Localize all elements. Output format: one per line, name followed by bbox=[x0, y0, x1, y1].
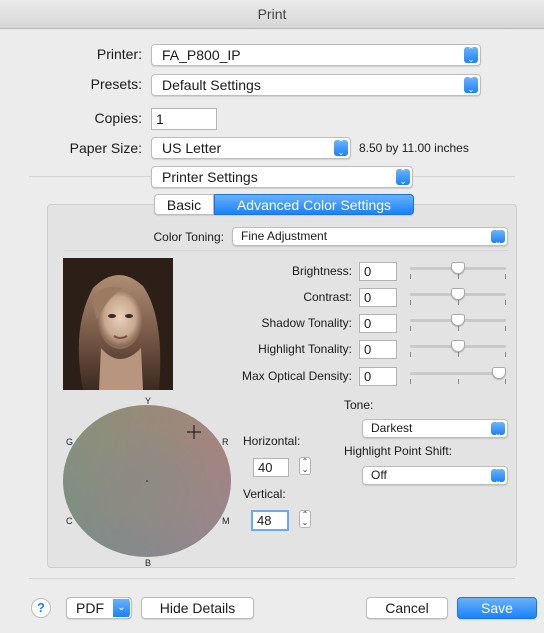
adjust-value-field[interactable]: 0 bbox=[359, 340, 397, 359]
highlight-shift-popup[interactable]: Off ⌃ ⌄ bbox=[362, 466, 508, 485]
adjust-value-field[interactable]: 0 bbox=[359, 367, 397, 386]
paper-dimensions: 8.50 by 11.00 inches bbox=[359, 141, 469, 155]
divider bbox=[29, 578, 515, 579]
cancel-button[interactable]: Cancel bbox=[366, 597, 448, 619]
chevron-updown-icon: ⌃ ⌄ bbox=[491, 419, 505, 437]
copies-label: Copies: bbox=[94, 110, 142, 126]
vertical-field[interactable]: 48 bbox=[251, 510, 289, 531]
slider-tick bbox=[458, 274, 459, 279]
chevron-updown-icon: ⌃ ⌄ bbox=[464, 76, 478, 94]
chevron-updown-icon: ⌃ ⌄ bbox=[491, 466, 505, 484]
horizontal-field[interactable]: 40 bbox=[253, 458, 289, 477]
chevron-down-icon: ⌄ bbox=[113, 599, 130, 617]
slider-tick bbox=[410, 352, 411, 357]
slider-tick bbox=[458, 379, 459, 384]
tab-basic[interactable]: Basic bbox=[154, 194, 214, 215]
adjust-label: Max Optical Density: bbox=[241, 369, 352, 383]
slider-tick bbox=[458, 352, 459, 357]
tone-value: Darkest bbox=[371, 421, 413, 435]
presets-label: Presets: bbox=[90, 76, 142, 92]
window-title: Print bbox=[0, 0, 544, 29]
presets-popup[interactable]: Default Settings ⌃ ⌄ bbox=[151, 74, 481, 96]
highlight-shift-value: Off bbox=[371, 468, 387, 482]
printer-label: Printer: bbox=[96, 46, 142, 62]
adjust-label: Brightness: bbox=[291, 264, 352, 278]
slider-tick bbox=[505, 274, 506, 279]
slider-tick bbox=[458, 300, 459, 305]
vertical-stepper[interactable]: ⌃ ⌄ bbox=[299, 510, 311, 528]
slider-tick bbox=[505, 352, 506, 357]
adjust-label: Shadow Tonality: bbox=[261, 316, 352, 330]
section-value: Printer Settings bbox=[162, 169, 258, 185]
chevron-updown-icon: ⌃ ⌄ bbox=[464, 46, 478, 64]
adjust-value-field[interactable]: 0 bbox=[359, 288, 397, 307]
slider-tick bbox=[505, 379, 506, 384]
printer-popup[interactable]: FA_P800_IP ⌃ ⌄ bbox=[151, 44, 481, 66]
pdf-button[interactable]: PDF ⌄ bbox=[66, 597, 132, 619]
horizontal-stepper[interactable]: ⌃ ⌄ bbox=[299, 457, 311, 475]
paper-size-label: Paper Size: bbox=[69, 140, 142, 156]
slider-tick bbox=[410, 274, 411, 279]
tone-popup[interactable]: Darkest ⌃ ⌄ bbox=[362, 419, 508, 438]
presets-value: Default Settings bbox=[162, 77, 261, 93]
color-wheel[interactable] bbox=[62, 403, 232, 558]
highlight-shift-label: Highlight Point Shift: bbox=[344, 444, 453, 458]
paper-size-value: US Letter bbox=[162, 140, 222, 156]
chevron-updown-icon: ⌃ ⌄ bbox=[491, 227, 505, 245]
slider-tick bbox=[505, 300, 506, 305]
preview-image bbox=[63, 258, 173, 390]
pdf-label: PDF bbox=[76, 600, 104, 616]
divider bbox=[64, 250, 508, 251]
color-toning-label: Color Toning: bbox=[153, 230, 225, 244]
section-popup[interactable]: Printer Settings ⌃ ⌄ bbox=[151, 166, 413, 188]
color-toning-value: Fine Adjustment bbox=[241, 229, 328, 243]
save-button[interactable]: Save bbox=[457, 597, 537, 619]
slider-tick bbox=[410, 379, 411, 384]
horizontal-label: Horizontal: bbox=[243, 434, 301, 448]
adjust-value-field[interactable]: 0 bbox=[359, 314, 397, 333]
printer-value: FA_P800_IP bbox=[162, 47, 241, 63]
adjust-label: Contrast: bbox=[303, 290, 352, 304]
paper-size-popup[interactable]: US Letter ⌃ ⌄ bbox=[151, 137, 351, 159]
copies-field[interactable]: 1 bbox=[151, 108, 217, 130]
tab-advanced-color-settings[interactable]: Advanced Color Settings bbox=[214, 194, 414, 215]
help-button[interactable]: ? bbox=[31, 598, 51, 618]
chevron-updown-icon: ⌃ ⌄ bbox=[334, 139, 348, 157]
color-toning-popup[interactable]: Fine Adjustment ⌃ ⌄ bbox=[232, 227, 508, 246]
chevron-updown-icon: ⌃ ⌄ bbox=[396, 168, 410, 186]
wheel-label-b: B bbox=[145, 558, 152, 568]
tone-label: Tone: bbox=[344, 398, 374, 412]
slider-tick bbox=[458, 326, 459, 331]
hide-details-button[interactable]: Hide Details bbox=[141, 597, 254, 619]
vertical-label: Vertical: bbox=[243, 487, 286, 501]
slider-tick bbox=[505, 326, 506, 331]
slider-tick bbox=[410, 326, 411, 331]
adjust-label: Highlight Tonality: bbox=[258, 342, 352, 356]
adjust-value-field[interactable]: 0 bbox=[359, 262, 397, 281]
slider-tick bbox=[410, 300, 411, 305]
